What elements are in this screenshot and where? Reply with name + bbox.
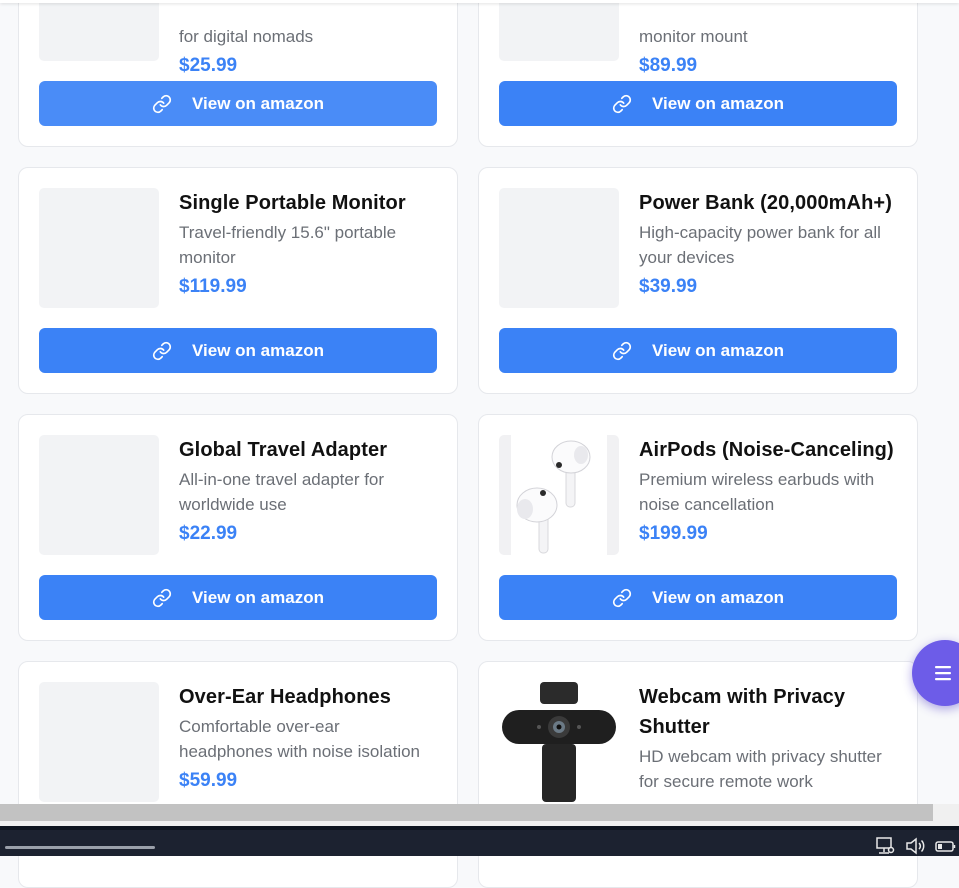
view-on-amazon-button[interactable]: View on amazon [499,328,897,373]
product-title: Global Travel Adapter [179,439,388,461]
product-description: Comfortable over-ear headphones with noi… [179,717,421,761]
view-on-amazon-button[interactable]: View on amazon [39,81,437,126]
taskbar [0,826,959,856]
menu-fab-button[interactable] [912,640,959,706]
view-on-amazon-button[interactable]: View on amazon [39,328,437,373]
button-label: View on amazon [652,340,784,360]
product-title: Over-Ear Headphones [179,686,391,708]
battery-icon[interactable] [935,837,957,855]
product-description: Travel-friendly 15.6" portable monitor [179,223,397,267]
product-image-placeholder [499,0,619,61]
product-image-placeholder [39,188,159,308]
product-image-placeholder [39,0,159,61]
product-title: AirPods (Noise-Canceling) [639,439,894,461]
product-card: Power Bank (20,000mAh+) High-capacity po… [478,167,918,394]
product-image-placeholder [499,188,619,308]
button-label: View on amazon [192,340,324,360]
product-title: Single Portable Monitor [179,192,406,214]
product-price: $22.99 [179,523,238,544]
product-price: $25.99 [179,55,238,76]
product-description: Premium wireless earbuds with noise canc… [639,470,875,514]
link-icon [152,341,172,361]
view-on-amazon-button[interactable]: View on amazon [499,81,897,126]
horizontal-scrollbar[interactable] [0,804,959,826]
link-icon [152,94,172,114]
product-title: Power Bank (20,000mAh+) [639,192,892,214]
product-grid: for digital nomads $25.99 View on amazon… [18,0,918,888]
airpods-image [499,435,619,555]
product-description: HD webcam with privacy shutter for secur… [639,747,882,791]
product-description: for digital nomads [179,27,314,46]
product-title: Webcam with Privacy Shutter [639,686,846,738]
button-label: View on amazon [192,93,324,113]
product-card: Global Travel Adapter All-in-one travel … [18,414,458,641]
product-price: $199.99 [639,523,708,544]
product-price: $119.99 [179,276,247,297]
product-image-placeholder [39,435,159,555]
button-label: View on amazon [192,587,324,607]
product-price: $39.99 [639,276,698,297]
product-description: All-in-one travel adapter for worldwide … [179,470,385,514]
product-card: AirPods (Noise-Canceling) Premium wirele… [478,414,918,641]
button-label: View on amazon [652,587,784,607]
view-on-amazon-button[interactable]: View on amazon [499,575,897,620]
scrollbar-thumb[interactable] [0,804,933,821]
product-card: for digital nomads $25.99 View on amazon [18,0,458,147]
product-price: $89.99 [639,55,698,76]
button-label: View on amazon [652,93,784,113]
product-price: $59.99 [179,770,238,791]
product-card: Single Portable Monitor Travel-friendly … [18,167,458,394]
taskbar-indicator [5,846,155,849]
product-card: monitor mount $89.99 View on amazon [478,0,918,147]
link-icon [612,341,632,361]
product-description: High-capacity power bank for all your de… [639,223,881,267]
product-description: monitor mount [639,27,748,46]
top-bar [0,0,959,3]
product-image-placeholder [39,682,159,802]
link-icon [612,588,632,608]
link-icon [152,588,172,608]
menu-icon [934,665,954,681]
network-icon[interactable] [874,837,896,855]
view-on-amazon-button[interactable]: View on amazon [39,575,437,620]
webcam-image [499,682,619,802]
volume-icon[interactable] [905,837,927,855]
link-icon [612,94,632,114]
